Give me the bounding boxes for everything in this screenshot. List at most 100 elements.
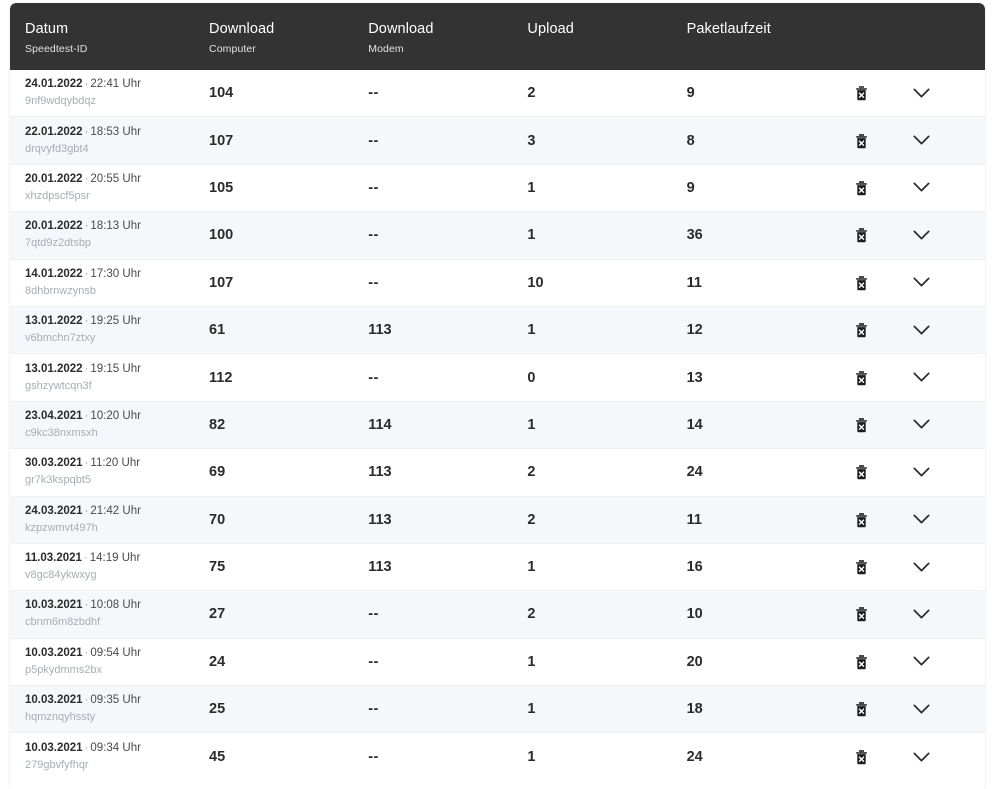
trash-delete-icon[interactable] (851, 130, 873, 152)
row-time: 18:13 (90, 220, 120, 233)
trash-delete-icon[interactable] (851, 319, 873, 341)
value-upload: 1 (527, 179, 536, 196)
chevron-down-icon[interactable] (910, 177, 932, 199)
table-row[interactable]: 24.01.2022 · 22:41 Uhr 9nf9wdqybdqz 104 -- 2 9 (10, 70, 985, 118)
row-date: 22.01.2022 (25, 125, 83, 138)
chevron-down-icon[interactable] (910, 319, 932, 341)
table-row[interactable]: 11.03.2021 · 14:19 Uhr v8gc84ykwxyg 75 113 1 16 (10, 543, 985, 592)
table-row[interactable]: 13.01.2022 · 19:25 Uhr v6bmchn7ztxy 61 113 1 12 (10, 306, 985, 355)
row-time-unit: Uhr (122, 315, 141, 328)
trash-delete-icon[interactable] (851, 698, 873, 720)
chevron-down-icon[interactable] (910, 698, 932, 720)
trash-delete-icon[interactable] (851, 603, 873, 625)
table-row[interactable]: 14.01.2022 · 17:30 Uhr 8dhbrnwzynsb 107 -- 10 1… (10, 259, 985, 307)
trash-delete-icon[interactable] (851, 414, 873, 436)
row-time: 10:08 (90, 599, 120, 612)
cell-expand-action (910, 461, 985, 483)
value-download-modem: 113 (368, 464, 392, 481)
table-row[interactable]: 20.01.2022 · 18:13 Uhr 7qtd9z2dtsbp 100 -- 1 36 (10, 212, 985, 260)
trash-delete-icon[interactable] (851, 556, 873, 578)
cell-upload: 3 (527, 133, 686, 149)
table-row[interactable]: 10.03.2021 · 09:35 Uhr hqmznqyhssty 25 -- 1 18 (10, 686, 985, 734)
cell-download-modem: -- (368, 370, 527, 386)
row-time: 19:15 (90, 362, 120, 375)
row-date: 24.01.2022 (25, 78, 83, 91)
row-speedtest-id: kzpzwmvt497h (25, 521, 98, 534)
chevron-down-icon[interactable] (910, 224, 932, 246)
cell-upload: 1 (527, 227, 686, 243)
cell-upload: 0 (527, 370, 686, 386)
cell-download-computer: 82 (209, 417, 368, 433)
value-paketlaufzeit: 18 (686, 701, 703, 718)
row-speedtest-id: c9kc38nxmsxh (25, 426, 98, 439)
trash-delete-icon[interactable] (851, 82, 873, 104)
cell-datum: 23.04.2021 · 10:20 Uhr c9kc38nxmsxh (10, 409, 209, 441)
cell-download-computer: 24 (209, 654, 368, 670)
trash-delete-icon[interactable] (851, 367, 873, 389)
chevron-down-icon[interactable] (910, 509, 932, 531)
trash-delete-icon[interactable] (851, 746, 873, 768)
table-row[interactable]: 22.01.2022 · 18:53 Uhr drqvyfd3gbt4 107 -- 3 8 (10, 117, 985, 165)
row-date-line: 13.01.2022 · 19:15 Uhr (25, 362, 141, 377)
column-header-upload-title: Upload (527, 21, 574, 37)
row-time-unit: Uhr (122, 78, 141, 91)
cell-download-computer: 69 (209, 464, 368, 480)
table-row[interactable]: 10.03.2021 · 09:54 Uhr p5pkydmms2bx 24 -- 1 20 (10, 638, 985, 687)
cell-datum: 20.01.2022 · 18:13 Uhr 7qtd9z2dtsbp (10, 219, 209, 251)
cell-expand-action (910, 556, 985, 578)
chevron-down-icon[interactable] (910, 651, 932, 673)
cell-delete-action (851, 82, 911, 104)
chevron-down-icon[interactable] (910, 272, 932, 294)
table-row[interactable]: 23.04.2021 · 10:20 Uhr c9kc38nxmsxh 82 114 1 14 (10, 401, 985, 450)
chevron-down-icon[interactable] (910, 367, 932, 389)
table-row[interactable]: 30.03.2021 · 11:20 Uhr gr7k3kspqbt5 69 113 2 24 (10, 449, 985, 497)
trash-delete-icon[interactable] (851, 509, 873, 531)
trash-delete-icon[interactable] (851, 461, 873, 483)
row-date: 10.03.2021 (25, 646, 83, 659)
row-date-line: 14.01.2022 · 17:30 Uhr (25, 267, 141, 282)
cell-download-modem: -- (368, 275, 527, 291)
cell-datum: 24.03.2021 · 21:42 Uhr kzpzwmvt497h (10, 504, 209, 536)
row-time: 19:25 (90, 315, 120, 328)
trash-delete-icon[interactable] (851, 177, 873, 199)
trash-delete-icon[interactable] (851, 224, 873, 246)
column-header-paketlaufzeit: Paketlaufzeit (687, 3, 851, 41)
cell-delete-action (851, 556, 911, 578)
cell-datum: 24.01.2022 · 22:41 Uhr 9nf9wdqybdqz (10, 77, 209, 109)
chevron-down-icon[interactable] (910, 556, 932, 578)
table-row[interactable]: 20.01.2022 · 20:55 Uhr xhzdpscf5psr 105 -- 1 9 (10, 164, 985, 213)
cell-paketlaufzeit: 11 (687, 275, 851, 291)
cell-delete-action (851, 177, 911, 199)
table-row[interactable]: 10.03.2021 · 09:34 Uhr 279gbvfyfhqr 45 -- 1 24 (10, 733, 985, 781)
trash-delete-icon[interactable] (851, 272, 873, 294)
table-row[interactable]: 24.03.2021 · 21:42 Uhr kzpzwmvt497h 70 113 2 11 (10, 496, 985, 544)
cell-paketlaufzeit: 16 (687, 559, 851, 575)
row-date: 20.01.2022 (25, 220, 83, 233)
value-download-modem: -- (368, 606, 379, 623)
value-download-modem: -- (368, 653, 379, 670)
value-upload: 2 (527, 606, 536, 623)
table-row[interactable]: 13.01.2022 · 19:15 Uhr gshzywtcqn3f 112 -- 0 13 (10, 354, 985, 402)
trash-delete-icon[interactable] (851, 651, 873, 673)
row-time-unit: Uhr (122, 267, 141, 280)
cell-expand-action (910, 698, 985, 720)
cell-download-modem: 113 (368, 464, 527, 480)
row-time-unit: Uhr (122, 362, 141, 375)
row-time: 09:35 (90, 694, 120, 707)
chevron-down-icon[interactable] (910, 82, 932, 104)
cell-paketlaufzeit: 12 (687, 322, 851, 338)
chevron-down-icon[interactable] (910, 461, 932, 483)
cell-datum: 10.03.2021 · 09:34 Uhr 279gbvfyfhqr (10, 741, 209, 773)
chevron-down-icon[interactable] (910, 414, 932, 436)
row-speedtest-id: drqvyfd3gbt4 (25, 142, 89, 155)
cell-paketlaufzeit: 9 (687, 85, 851, 101)
value-paketlaufzeit: 8 (686, 132, 695, 149)
row-speedtest-id: cbnm6m8zbdhf (25, 616, 101, 629)
table-row[interactable]: 10.03.2021 · 10:08 Uhr cbnm6m8zbdhf 27 -- 2 10 (10, 591, 985, 639)
chevron-down-icon[interactable] (910, 746, 932, 768)
row-date-line: 23.04.2021 · 10:20 Uhr (25, 409, 141, 424)
chevron-down-icon[interactable] (910, 603, 932, 625)
row-time: 09:34 (90, 742, 120, 755)
row-date-line: 22.01.2022 · 18:53 Uhr (25, 125, 141, 140)
chevron-down-icon[interactable] (910, 130, 932, 152)
